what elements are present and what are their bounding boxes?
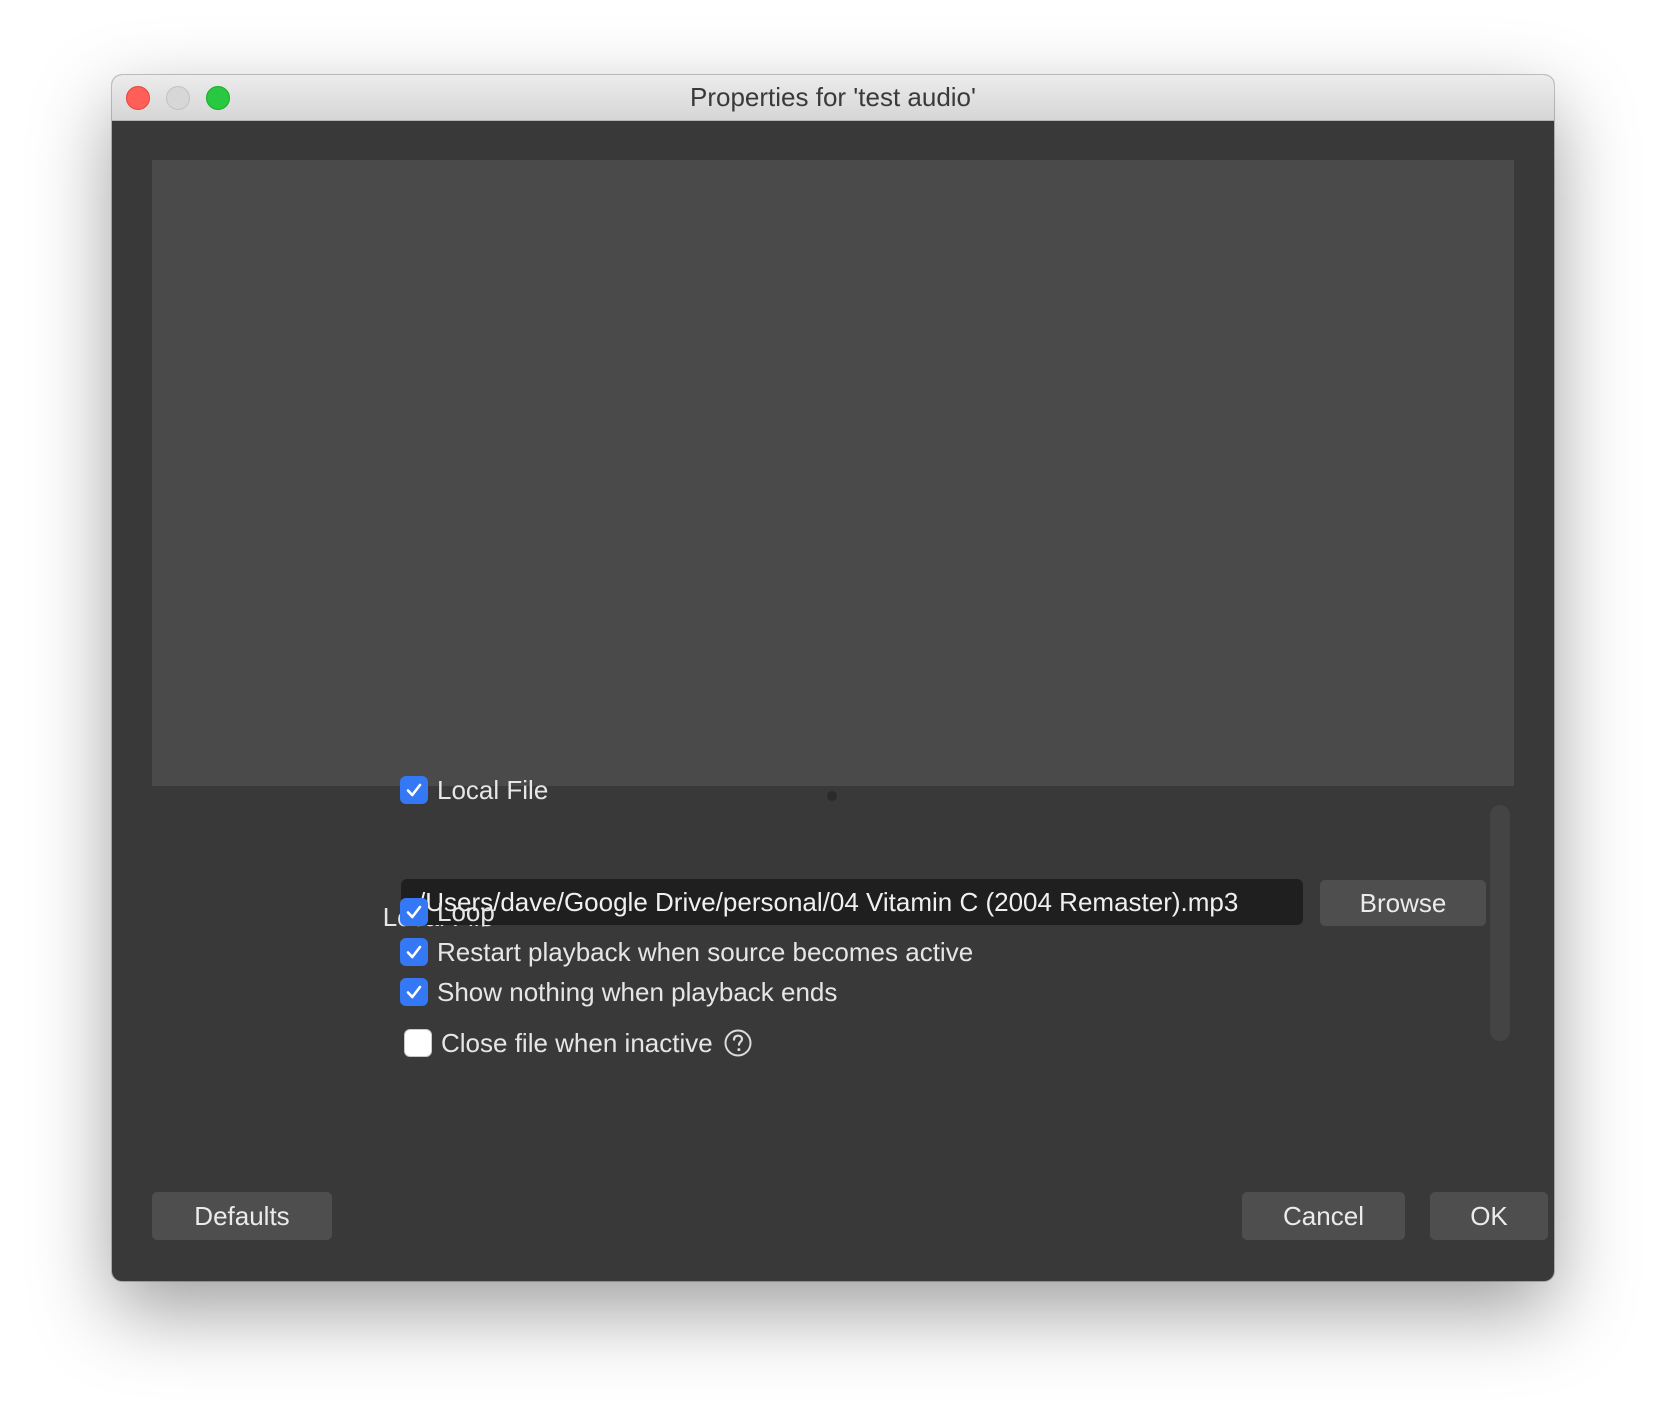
local-file-checkbox-row[interactable]: Local File — [400, 775, 548, 805]
title-bar[interactable]: Properties for 'test audio' — [112, 75, 1554, 121]
ok-button[interactable]: OK — [1430, 1192, 1548, 1240]
loop-checkbox-row[interactable]: Loop — [400, 897, 495, 927]
checkmark-icon — [406, 945, 422, 959]
local-file-checkbox-label: Local File — [437, 774, 549, 805]
show-nothing-checkbox-label: Show nothing when playback ends — [437, 976, 838, 1007]
splitter-handle[interactable] — [827, 791, 837, 801]
local-file-path-input[interactable] — [401, 879, 1303, 925]
close-file-checkbox-label: Close file when inactive — [441, 1027, 713, 1058]
cancel-button[interactable]: Cancel — [1242, 1192, 1405, 1240]
show-nothing-checkbox-row[interactable]: Show nothing when playback ends — [400, 977, 837, 1007]
loop-checkbox[interactable] — [400, 898, 428, 926]
close-file-checkbox-row[interactable]: Close file when inactive — [404, 1028, 753, 1058]
loop-checkbox-label: Loop — [437, 896, 495, 927]
properties-scrollbar[interactable] — [1490, 805, 1510, 1041]
defaults-button[interactable]: Defaults — [152, 1192, 332, 1240]
checkmark-icon — [406, 985, 422, 999]
checkmark-icon — [406, 783, 422, 797]
show-nothing-checkbox[interactable] — [400, 978, 428, 1006]
local-file-checkbox[interactable] — [400, 776, 428, 804]
browse-button[interactable]: Browse — [1320, 880, 1486, 926]
properties-dialog: Properties for 'test audio' Local File L… — [112, 75, 1554, 1281]
source-preview — [152, 160, 1514, 786]
window-title: Properties for 'test audio' — [690, 82, 976, 112]
question-circle-icon[interactable] — [723, 1028, 753, 1058]
restart-playback-checkbox-row[interactable]: Restart playback when source becomes act… — [400, 937, 973, 967]
restart-playback-checkbox-label: Restart playback when source becomes act… — [437, 936, 974, 967]
restart-playback-checkbox[interactable] — [400, 938, 428, 966]
close-file-checkbox[interactable] — [404, 1029, 432, 1057]
checkmark-icon — [406, 905, 422, 919]
